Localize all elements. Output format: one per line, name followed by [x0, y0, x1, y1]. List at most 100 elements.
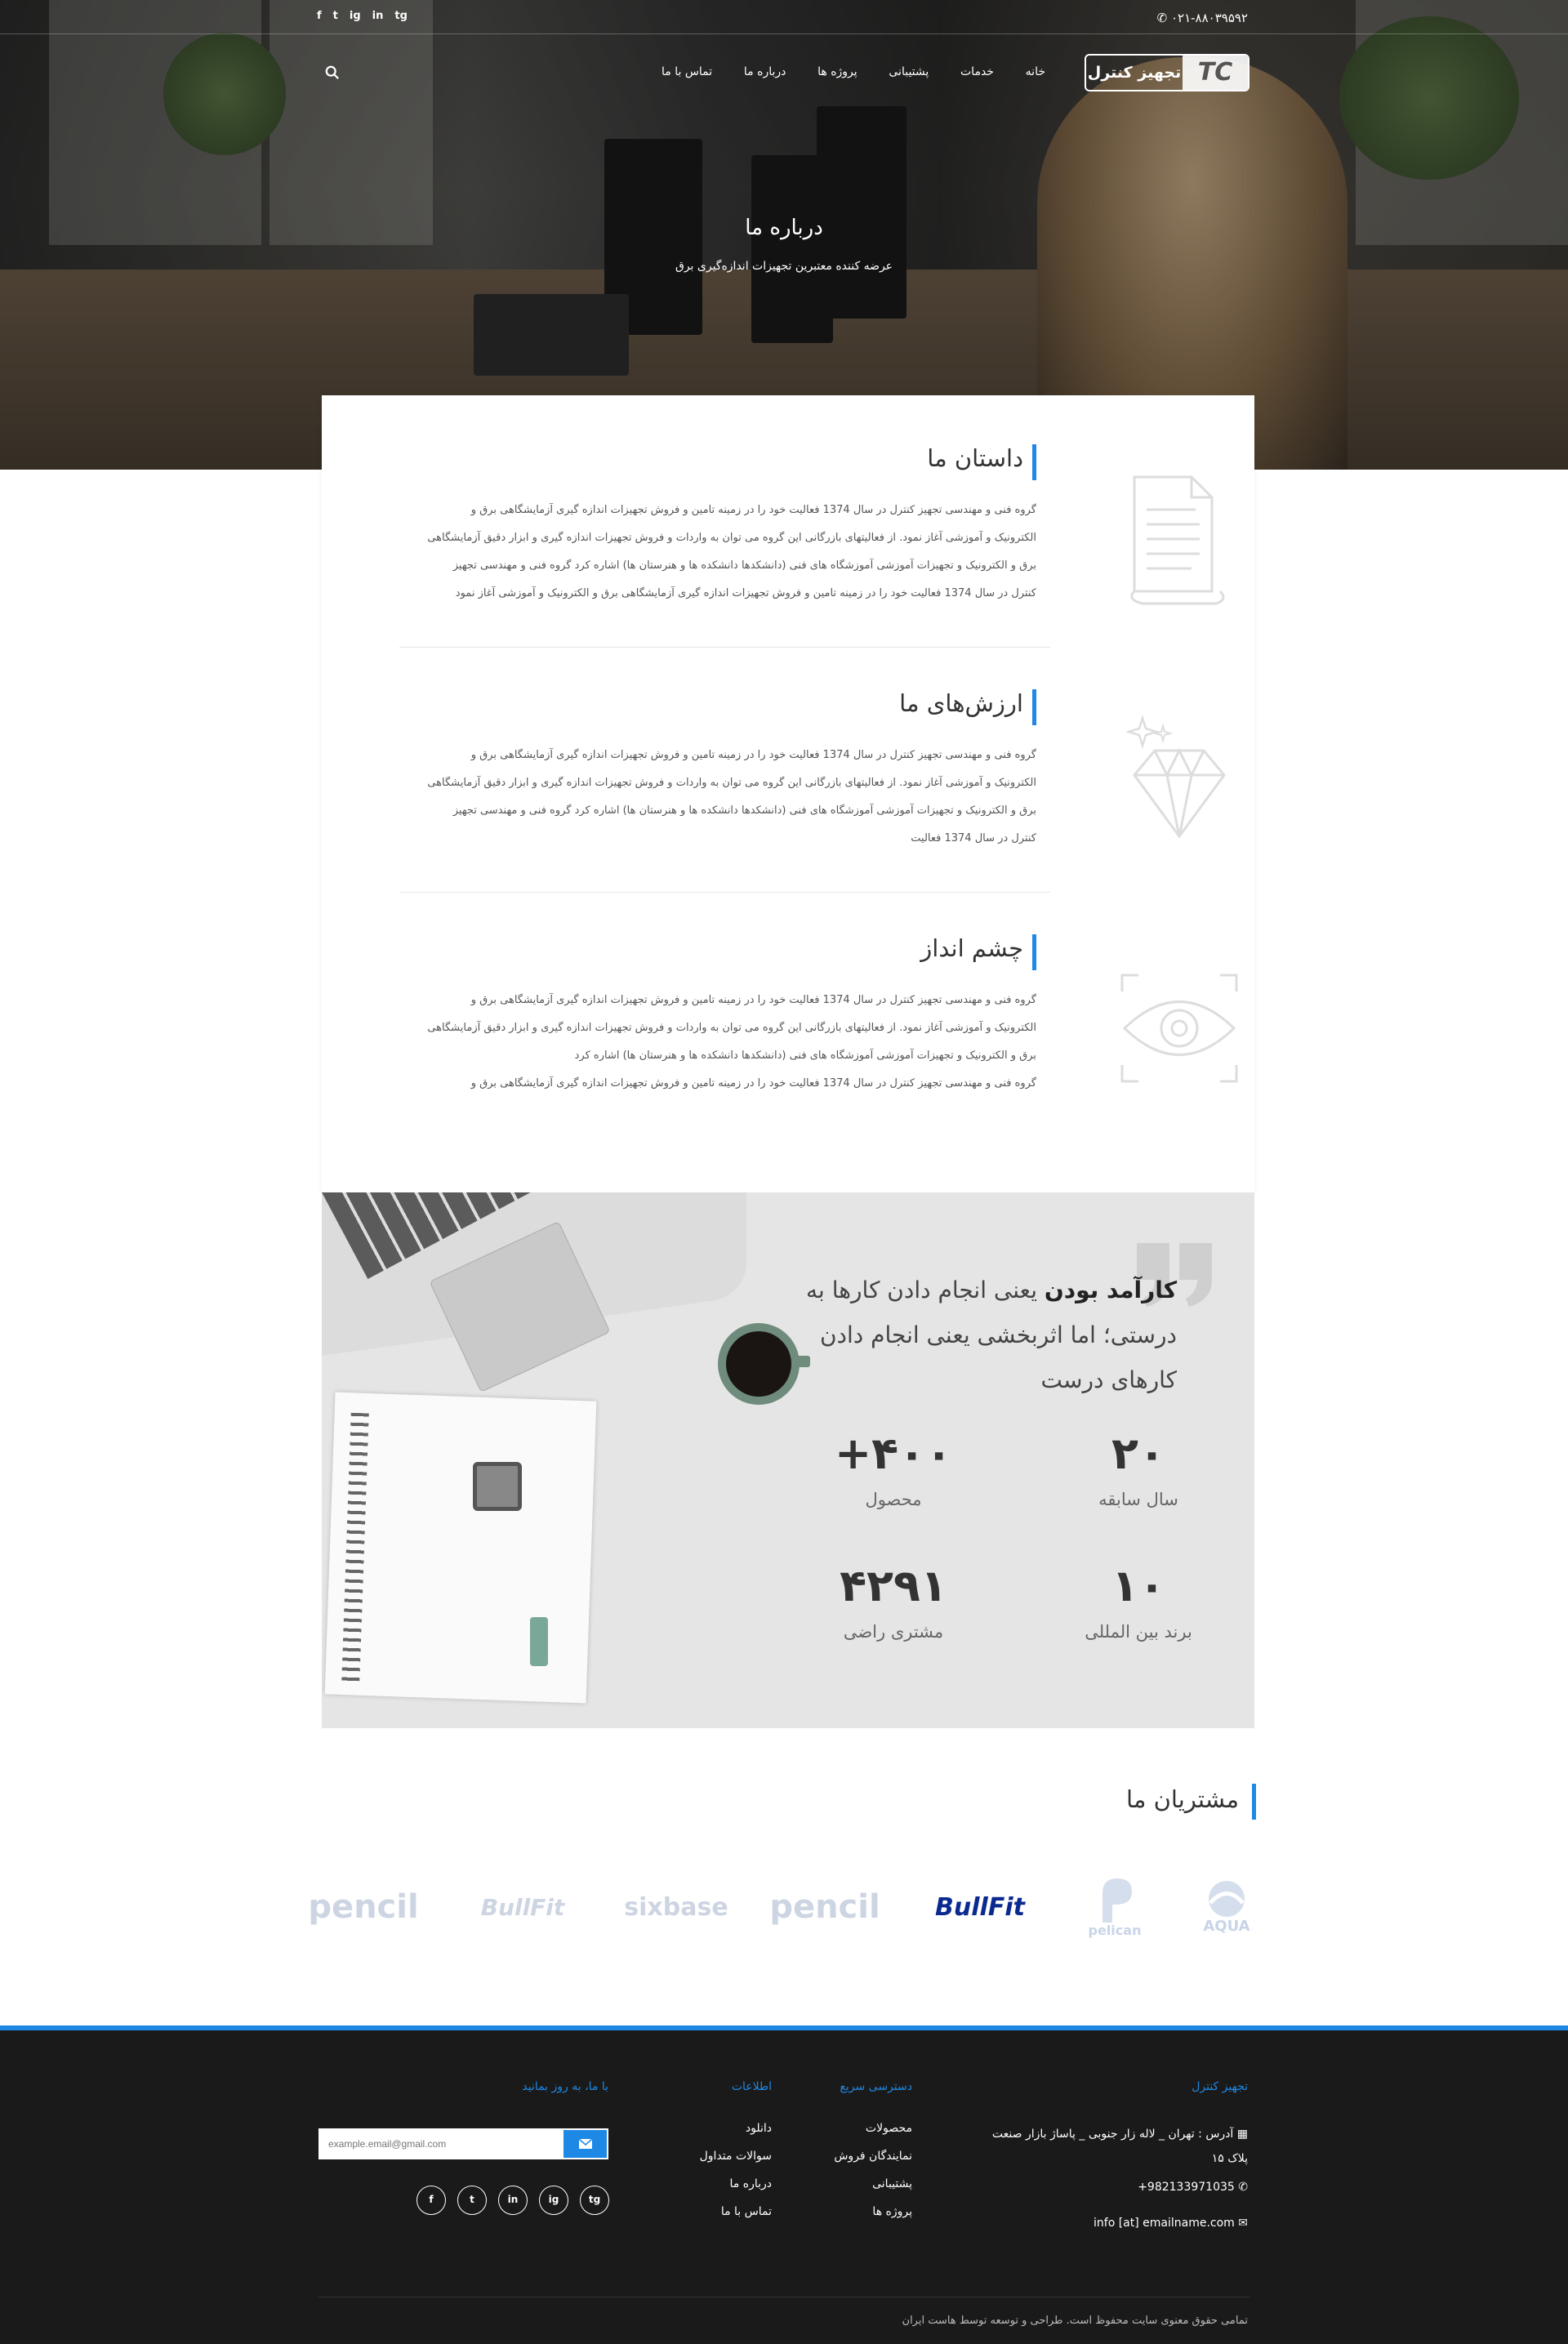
stat-years: ۲۰ سال سابقه [1057, 1428, 1220, 1510]
instagram-icon[interactable]: ig [350, 10, 361, 22]
text-line: گروه فنی و مهندسی تجهیز کنترل در سال 137… [470, 994, 1036, 1006]
stat-label: سال سابقه [1098, 1490, 1178, 1509]
nav-about[interactable]: درباره ما [744, 65, 786, 78]
footer-telegram-icon[interactable]: tg [580, 2186, 609, 2215]
client-logo-bullfit[interactable]: BullFit [919, 1870, 1041, 1944]
footer-link[interactable]: درباره ما [730, 2177, 772, 2190]
footer-phone[interactable]: ✆ +982133971035 [1138, 2181, 1248, 2194]
newsletter-form [318, 2128, 608, 2159]
section-text: گروه فنی و مهندسی تجهیز کنترل در سال 137… [383, 742, 1036, 853]
stat-number: ۴۲۹۱ [840, 1560, 947, 1611]
page-subtitle: عرضه کننده معتبرین تجهیزات اندازه‌گیری ب… [675, 260, 893, 273]
footer-title-quick: دسترسی سریع [840, 2080, 912, 2093]
footer-title-company: تجهیز کنترل [1192, 2080, 1248, 2093]
stat-number: +۴۰۰ [834, 1428, 953, 1479]
footer-title-info: اطلاعات [731, 2080, 772, 2093]
divider [399, 892, 1050, 893]
footer-email[interactable]: ✉ info [at] emailname.com [1094, 2217, 1248, 2230]
newsletter-submit-button[interactable] [564, 2130, 607, 2158]
section-title: چشم انداز [920, 934, 1023, 962]
top-social-links: f t ig in tg [317, 10, 408, 22]
section-title: داستان ما [927, 444, 1023, 472]
quote-bold: کارآمد بودن [1044, 1277, 1177, 1303]
client-logo-aqua[interactable]: AQUA [1194, 1870, 1259, 1944]
nav-services[interactable]: خدمات [960, 65, 994, 78]
section-text: گروه فنی و مهندسی تجهیز کنترل در سال 137… [383, 497, 1036, 608]
quote-text: کارآمد بودن یعنی انجام دادن کارها به درس… [801, 1268, 1177, 1402]
document-icon [1130, 475, 1225, 605]
aqua-wave-icon [1209, 1880, 1245, 1917]
stat-label: مشتری راضی [843, 1622, 944, 1642]
map-icon: ▦ [1233, 2128, 1248, 2141]
logo-name: تجهیز کنترل [1087, 64, 1182, 82]
footer-link[interactable]: پشتیبانی [872, 2177, 912, 2190]
footer-linkedin-icon[interactable]: in [498, 2186, 528, 2215]
linkedin-icon[interactable]: in [372, 10, 384, 22]
stat-number: ۲۰ [1111, 1428, 1165, 1479]
divider [399, 647, 1050, 648]
section-text: گروه فنی و مهندسی تجهیز کنترل در سال 137… [383, 987, 1036, 1098]
envelope-icon: ✉ [1234, 2217, 1248, 2230]
nav-home[interactable]: خانه [1026, 65, 1045, 78]
text-line: کنترل در سال 1374 فعالیت خود را در زمینه… [455, 587, 1036, 599]
client-logo-bullfit-2[interactable]: BullFit [461, 1870, 584, 1944]
text-line: الکترونیک و آموزشی آغاز نمود. از فعالیته… [427, 1022, 1036, 1034]
client-logo-pencil[interactable]: pencil [769, 1870, 880, 1944]
footer-link[interactable]: نمایندگان فروش [834, 2150, 912, 2163]
client-logo-sixbase[interactable]: sixbase [619, 1870, 733, 1944]
client-logo-pelican[interactable]: pelican [1082, 1870, 1147, 1944]
facebook-icon[interactable]: f [317, 10, 322, 22]
text-line: برق و الکترونیک و تجهیزات آموزشی آموزشگا… [452, 804, 1036, 817]
footer-link[interactable]: محصولات [866, 2122, 912, 2135]
phone-number[interactable]: ✆ ۰۲۱-۸۸۰۳۹۵۹۲ [1157, 11, 1248, 25]
twitter-icon[interactable]: t [333, 10, 338, 22]
nav-contact[interactable]: تماس با ما [662, 65, 712, 78]
text-line: گروه فنی و مهندسی تجهیز کنترل در سال 137… [470, 504, 1036, 516]
stat-customers: ۴۲۹۱ مشتری راضی [812, 1562, 975, 1642]
top-bar: ✆ ۰۲۱-۸۸۰۳۹۵۹۲ f t ig in tg [0, 0, 1568, 34]
values-section: ارزش‌های ما گروه فنی و مهندسی تجهیز کنتر… [399, 689, 1241, 877]
stat-number: ۱۰ [1111, 1560, 1165, 1611]
page-title: درباره ما [745, 216, 823, 240]
footer-link[interactable]: تماس با ما [721, 2205, 772, 2218]
footer-title-newsletter: با ما، به روز بمانید [522, 2080, 608, 2093]
envelope-icon [578, 2138, 593, 2149]
accent-bar [1252, 1784, 1256, 1820]
footer-link[interactable]: پروژه ها [872, 2205, 912, 2218]
telegram-icon[interactable]: tg [394, 10, 408, 22]
footer-twitter-icon[interactable]: t [457, 2186, 487, 2215]
binder-clip-image [473, 1462, 522, 1511]
footer-link[interactable]: دانلود [746, 2122, 772, 2135]
stat-brands: ۱۰ برند بین المللی [1057, 1562, 1220, 1642]
eye-icon [1120, 974, 1238, 1083]
about-card: داستان ما گروه فنی و مهندسی تجهیز کنترل … [322, 395, 1254, 1192]
phone-icon: ✆ [1156, 11, 1171, 25]
footer-facebook-icon[interactable]: f [416, 2186, 446, 2215]
story-section: داستان ما گروه فنی و مهندسی تجهیز کنترل … [399, 444, 1241, 632]
footer-address: ▦ آدرس : تهران _ لاله زار جنوبی _ پاساژ … [991, 2128, 1248, 2165]
eraser-image [530, 1617, 548, 1666]
footer-instagram-icon[interactable]: ig [539, 2186, 568, 2215]
site-logo[interactable]: TC تجهیز کنترل [1085, 54, 1250, 91]
text-line: برق و الکترونیک و تجهیزات آموزشی آموزشگا… [574, 1049, 1036, 1062]
diamond-icon [1125, 714, 1226, 839]
newsletter-email-input[interactable] [320, 2130, 561, 2158]
quote-section: کارآمد بودن یعنی انجام دادن کارها به درس… [322, 1192, 1254, 1728]
client-logo-pencil-2[interactable]: pencil [308, 1870, 418, 1944]
logo-mark: TC [1183, 56, 1248, 90]
footer-link[interactable]: سوالات متداول [700, 2150, 772, 2163]
clients-title: مشتریان ما [1126, 1785, 1239, 1813]
text-line: الکترونیک و آموزشی آغاز نمود. از فعالیته… [427, 777, 1036, 789]
nav-projects[interactable]: پروژه ها [817, 65, 858, 78]
stat-label: محصول [865, 1490, 922, 1509]
search-icon[interactable] [325, 65, 340, 80]
main-nav: خانه خدمات پشتیبانی پروژه ها درباره ما ت… [662, 65, 1045, 78]
nav-support[interactable]: پشتیبانی [889, 65, 929, 78]
section-title: ارزش‌های ما [899, 689, 1023, 717]
text-line: الکترونیک و آموزشی آغاز نمود. از فعالیته… [427, 532, 1036, 544]
text-line: گروه فنی و مهندسی تجهیز کنترل در سال 137… [470, 749, 1036, 761]
text-line: برق و الکترونیک و تجهیزات آموزشی آموزشگا… [452, 559, 1036, 572]
vision-section: چشم انداز گروه فنی و مهندسی تجهیز کنترل … [399, 934, 1241, 1122]
text-line: کنترل در سال 1374 فعالیت [911, 832, 1036, 844]
text-line: گروه فنی و مهندسی تجهیز کنترل در سال 137… [470, 1077, 1036, 1090]
